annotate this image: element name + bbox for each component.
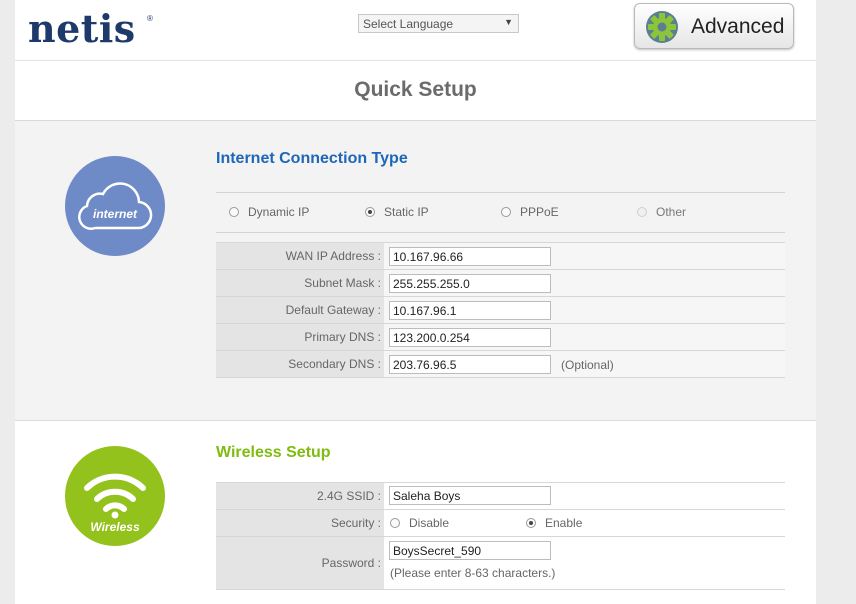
wifi-icon: Wireless <box>84 473 146 534</box>
radio-pppoe[interactable]: PPPoE <box>501 205 559 219</box>
wan-ip-input[interactable]: 10.167.96.66 <box>389 247 551 266</box>
chevron-down-icon: ▼ <box>504 17 513 27</box>
radio-static-ip-dot[interactable] <box>365 207 375 217</box>
advanced-button[interactable]: Advanced <box>634 3 794 49</box>
radio-security-disable-label: Disable <box>409 516 450 530</box>
wireless-section: Wireless Wireless Setup 2.4G SSID : Sale… <box>15 421 816 604</box>
netis-logo: netis <box>28 6 136 51</box>
language-select-value: Select Language <box>363 17 454 31</box>
form-value-cell: 10.167.96.66 <box>384 243 785 269</box>
registered-mark: ® <box>147 14 153 23</box>
radio-dynamic-ip-dot[interactable] <box>229 207 239 217</box>
form-value-cell: 203.76.96.5 (Optional) <box>384 351 785 377</box>
form-row-primary-dns: Primary DNS : 123.200.0.254 <box>216 324 785 351</box>
radio-dynamic-ip[interactable]: Dynamic IP <box>229 205 309 219</box>
form-row-subnet-mask: Subnet Mask : 255.255.255.0 <box>216 270 785 297</box>
divider <box>216 192 785 193</box>
wireless-icon-label: Wireless <box>90 520 140 534</box>
connection-type-radios: Dynamic IP Static IP PPPoE Other <box>216 205 785 225</box>
wireless-form: 2.4G SSID : Saleha Boys Security : Disab… <box>216 482 785 590</box>
form-row-default-gateway: Default Gateway : 10.167.96.1 <box>216 297 785 324</box>
advanced-button-label: Advanced <box>691 15 785 38</box>
form-row-ssid: 2.4G SSID : Saleha Boys <box>216 483 785 510</box>
radio-security-enable-label: Enable <box>545 516 583 530</box>
radio-security-disable[interactable]: Disable <box>390 516 449 530</box>
password-label: Password : <box>216 537 384 589</box>
internet-icon-label: internet <box>93 207 138 221</box>
default-gateway-input[interactable]: 10.167.96.1 <box>389 301 551 320</box>
router-setup-page: netis ® Select Language ▼ Advanced Quick… <box>15 0 816 604</box>
default-gateway-label: Default Gateway : <box>216 297 384 323</box>
radio-other-dot <box>637 207 647 217</box>
static-ip-form: WAN IP Address : 10.167.96.66 Subnet Mas… <box>216 242 785 378</box>
radio-other-label: Other <box>656 205 687 219</box>
radio-security-enable[interactable]: Enable <box>526 516 582 530</box>
primary-dns-input[interactable]: 123.200.0.254 <box>389 328 551 347</box>
internet-section: internet Internet Connection Type Dynami… <box>15 121 816 421</box>
radio-static-ip-label: Static IP <box>384 205 429 219</box>
subnet-mask-input[interactable]: 255.255.255.0 <box>389 274 551 293</box>
internet-cloud-icon: internet <box>65 156 165 256</box>
wan-ip-label: WAN IP Address : <box>216 243 384 269</box>
language-select[interactable]: Select Language ▼ <box>358 14 519 33</box>
radio-dynamic-ip-label: Dynamic IP <box>248 205 310 219</box>
form-value-cell: 10.167.96.1 <box>384 297 785 323</box>
radio-security-enable-dot[interactable] <box>526 518 536 528</box>
radio-pppoe-label: PPPoE <box>520 205 559 219</box>
form-value-cell: BoysSecret_590 (Please enter 8-63 charac… <box>384 537 785 589</box>
radio-static-ip[interactable]: Static IP <box>365 205 429 219</box>
secondary-dns-label: Secondary DNS : <box>216 351 384 377</box>
divider <box>216 232 785 233</box>
wireless-wifi-icon: Wireless <box>65 446 165 546</box>
form-value-cell: 123.200.0.254 <box>384 324 785 350</box>
form-value-cell: 255.255.255.0 <box>384 270 785 296</box>
title-bar: Quick Setup <box>15 61 816 121</box>
radio-security-disable-dot[interactable] <box>390 518 400 528</box>
wireless-section-title: Wireless Setup <box>216 444 331 461</box>
form-value-cell: Disable Enable <box>384 510 785 536</box>
header: netis ® Select Language ▼ Advanced <box>15 0 816 61</box>
primary-dns-label: Primary DNS : <box>216 324 384 350</box>
secondary-dns-input[interactable]: 203.76.96.5 <box>389 355 551 374</box>
logo-text: netis <box>28 6 136 51</box>
internet-section-title: Internet Connection Type <box>216 150 408 167</box>
radio-pppoe-dot[interactable] <box>501 207 511 217</box>
radio-other: Other <box>637 205 686 219</box>
password-input[interactable]: BoysSecret_590 <box>389 541 551 560</box>
form-row-password: Password : BoysSecret_590 (Please enter … <box>216 537 785 590</box>
subnet-mask-label: Subnet Mask : <box>216 270 384 296</box>
form-value-cell: Saleha Boys <box>384 483 785 509</box>
gear-icon <box>646 11 678 43</box>
ssid-label: 2.4G SSID : <box>216 483 384 509</box>
security-label: Security : <box>216 510 384 536</box>
cloud-icon: internet <box>78 182 153 230</box>
password-hint: (Please enter 8-63 characters.) <box>390 566 556 580</box>
ssid-input[interactable]: Saleha Boys <box>389 486 551 505</box>
form-row-security: Security : Disable Enable <box>216 510 785 537</box>
form-row-secondary-dns: Secondary DNS : 203.76.96.5 (Optional) <box>216 351 785 378</box>
page-title: Quick Setup <box>354 78 477 101</box>
form-row-wan-ip: WAN IP Address : 10.167.96.66 <box>216 243 785 270</box>
optional-note: (Optional) <box>561 358 614 372</box>
